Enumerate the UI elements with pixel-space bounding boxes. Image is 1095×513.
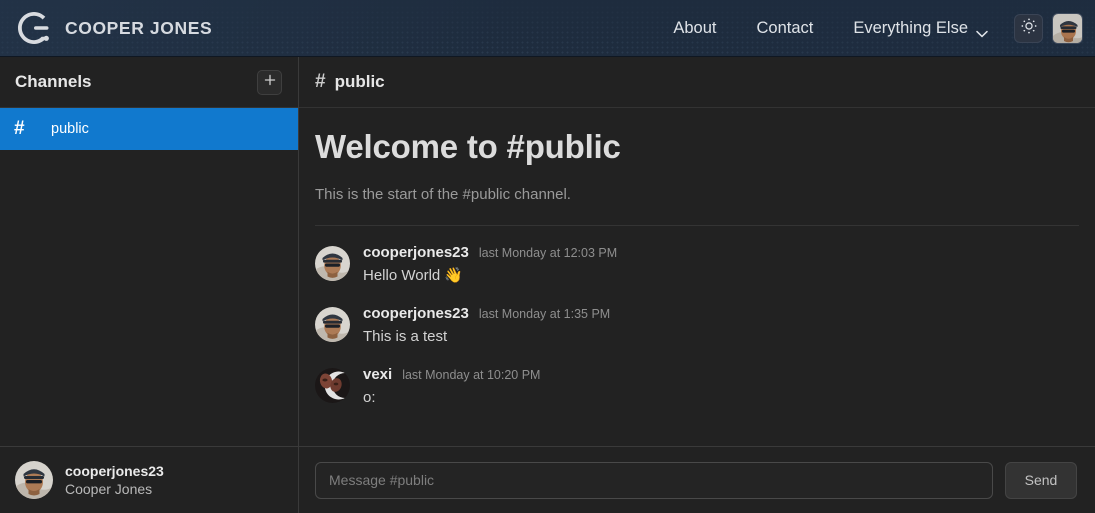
main-panel: # public Welcome to #public This is the … — [299, 57, 1095, 513]
current-user-panel[interactable]: cooperjones23 Cooper Jones — [0, 446, 298, 513]
message-list[interactable]: Welcome to #public This is the start of … — [299, 108, 1095, 446]
avatar — [15, 461, 53, 499]
brand-home-link[interactable]: COOPER JONES — [14, 8, 212, 48]
theme-toggle-button[interactable] — [1014, 13, 1043, 43]
message-body: cooperjones23 last Monday at 12:03 PM He… — [363, 244, 617, 286]
message-header: cooperjones23 last Monday at 12:03 PM — [363, 244, 617, 261]
message-body: cooperjones23 last Monday at 1:35 PM Thi… — [363, 305, 610, 347]
message-author: cooperjones23 — [363, 304, 469, 322]
sidebar: Channels # public cooperjones23 Cooper J… — [0, 57, 299, 513]
avatar — [315, 306, 350, 342]
g-dot-logo-icon — [14, 8, 54, 48]
hash-icon: # — [14, 118, 25, 139]
app-body: Channels # public cooperjones23 Cooper J… — [0, 57, 1095, 513]
avatar — [315, 246, 350, 281]
message-composer: Send — [299, 446, 1095, 513]
add-channel-button[interactable] — [257, 69, 282, 95]
channel-header: # public — [299, 57, 1095, 108]
avatar — [315, 367, 350, 403]
site-header: COOPER JONES About Contact Everything El… — [0, 0, 1095, 57]
message-author: cooperjones23 — [363, 244, 469, 261]
message-item: cooperjones23 last Monday at 12:03 PM He… — [315, 244, 1079, 286]
user-avatar-icon — [1053, 13, 1082, 43]
message-text: o: — [363, 388, 376, 406]
nav-dropdown-label: Everything Else — [853, 18, 968, 37]
brand-name: COOPER JONES — [65, 17, 213, 38]
hash-icon: # — [315, 71, 326, 92]
current-user-display-name: Cooper Jones — [65, 481, 153, 497]
current-user-meta: cooperjones23 Cooper Jones — [65, 463, 164, 497]
main-nav: About Contact Everything Else — [653, 12, 1083, 44]
channel-list: # public — [0, 108, 298, 446]
sidebar-item-public[interactable]: # public — [0, 108, 298, 150]
nav-item-about[interactable]: About — [653, 13, 736, 44]
chevron-down-icon — [976, 24, 988, 38]
account-avatar-button[interactable] — [1052, 12, 1083, 44]
message-text: This is a test — [363, 327, 448, 345]
app-root: COOPER JONES About Contact Everything El… — [0, 0, 1095, 513]
message-author: vexi — [363, 365, 393, 383]
message-header: cooperjones23 last Monday at 1:35 PM — [363, 305, 610, 322]
send-button[interactable]: Send — [1005, 461, 1077, 499]
channel-name-label: public — [51, 121, 89, 137]
welcome-subtitle: This is the start of the #public channel… — [315, 186, 571, 203]
sidebar-header: Channels — [0, 57, 298, 108]
message-header: vexi last Monday at 10:20 PM — [363, 366, 540, 383]
message-timestamp: last Monday at 10:20 PM — [402, 367, 541, 382]
nav-item-contact[interactable]: Contact — [736, 13, 833, 44]
wave-emoji-icon: 👋 — [444, 267, 464, 284]
message-text-content: Hello World — [363, 267, 441, 284]
welcome-heading: Welcome to #public — [315, 128, 621, 165]
page-title: public — [334, 72, 385, 91]
message-input[interactable] — [315, 461, 993, 499]
current-user-handle: cooperjones23 — [65, 463, 164, 479]
message-body: vexi last Monday at 10:20 PM o: — [363, 366, 540, 408]
divider — [315, 225, 1079, 226]
message-item: cooperjones23 last Monday at 1:35 PM Thi… — [315, 305, 1079, 347]
plus-icon — [263, 73, 277, 92]
sidebar-title: Channels — [15, 72, 92, 91]
message-text: Hello World 👋 — [363, 267, 617, 286]
sun-brightness-icon — [1020, 17, 1038, 40]
message-item: vexi last Monday at 10:20 PM o: — [315, 366, 1079, 408]
nav-item-everything-else[interactable]: Everything Else — [833, 13, 1004, 44]
message-timestamp: last Monday at 1:35 PM — [478, 306, 611, 321]
message-timestamp: last Monday at 12:03 PM — [478, 246, 618, 260]
